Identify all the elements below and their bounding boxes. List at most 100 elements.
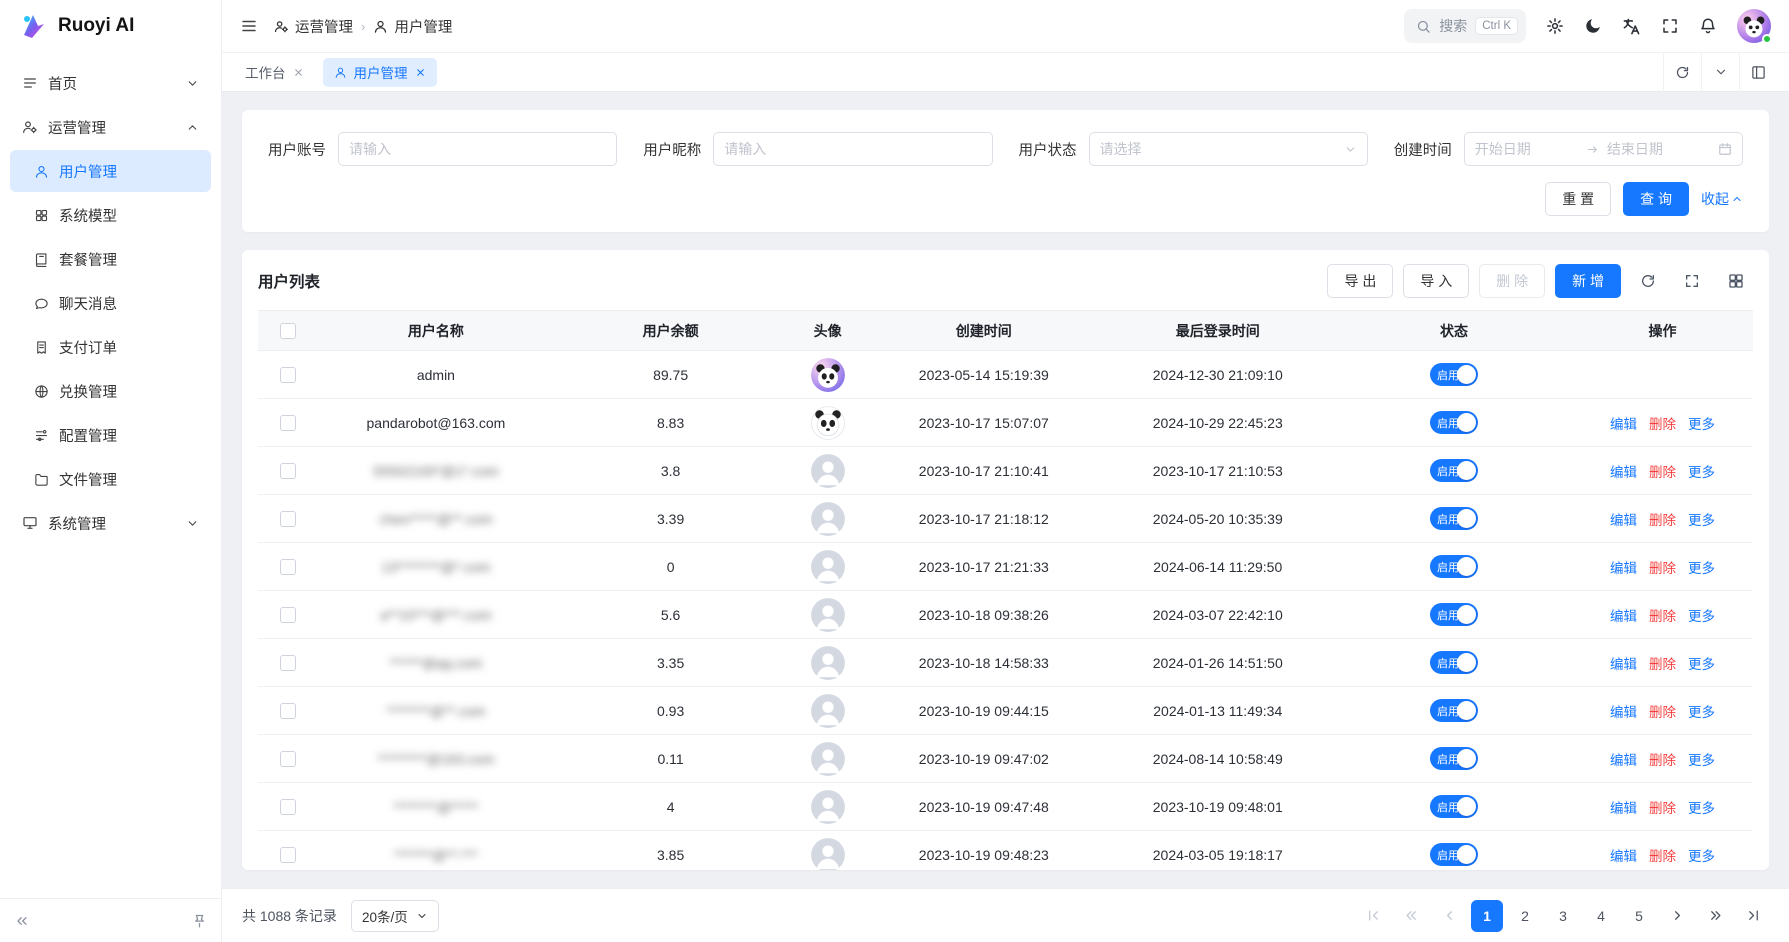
- status-toggle[interactable]: 启用: [1430, 603, 1478, 626]
- row-checkbox[interactable]: [280, 847, 296, 863]
- status-toggle[interactable]: 启用: [1430, 843, 1478, 866]
- edit-link[interactable]: 编辑: [1610, 561, 1637, 576]
- delete-link[interactable]: 删除: [1649, 801, 1676, 816]
- row-checkbox[interactable]: [280, 799, 296, 815]
- add-button[interactable]: 新 增: [1555, 264, 1621, 298]
- more-link[interactable]: 更多: [1688, 465, 1715, 480]
- column-settings-icon[interactable]: [1719, 264, 1753, 298]
- table-scroll-area[interactable]: 用户名称 用户余额 头像 创建时间 最后登录时间 状态 操作 admin89.7…: [258, 310, 1753, 870]
- status-toggle[interactable]: 启用: [1430, 459, 1478, 482]
- page-button-2[interactable]: 2: [1509, 900, 1541, 932]
- delete-button[interactable]: 删 除: [1479, 264, 1545, 298]
- edit-link[interactable]: 编辑: [1610, 705, 1637, 720]
- settings-gear-icon[interactable]: [1546, 17, 1564, 35]
- more-link[interactable]: 更多: [1688, 849, 1715, 864]
- page-button-1[interactable]: 1: [1471, 900, 1503, 932]
- refresh-list-icon[interactable]: [1631, 264, 1665, 298]
- user-avatar[interactable]: [1737, 9, 1771, 43]
- tab-options-chevron-icon[interactable]: [1701, 53, 1739, 92]
- global-search[interactable]: 搜索 Ctrl K: [1404, 9, 1526, 43]
- delete-link[interactable]: 删除: [1649, 513, 1676, 528]
- fullscreen-icon[interactable]: [1661, 17, 1679, 35]
- page-size-select[interactable]: 20条/页: [351, 900, 439, 932]
- status-toggle[interactable]: 启用: [1430, 363, 1478, 386]
- edit-link[interactable]: 编辑: [1610, 657, 1637, 672]
- sidebar-item-套餐管理[interactable]: 套餐管理: [10, 238, 211, 280]
- sidebar-item-聊天消息[interactable]: 聊天消息: [10, 282, 211, 324]
- delete-link[interactable]: 删除: [1649, 849, 1676, 864]
- chevron-left-button[interactable]: [1433, 900, 1465, 932]
- status-toggle[interactable]: 启用: [1430, 411, 1478, 434]
- sidebar-collapse-icon[interactable]: [14, 913, 30, 929]
- export-button[interactable]: 导 出: [1327, 264, 1393, 298]
- page-button-3[interactable]: 3: [1547, 900, 1579, 932]
- page-button-5[interactable]: 5: [1623, 900, 1655, 932]
- edit-link[interactable]: 编辑: [1610, 849, 1637, 864]
- more-link[interactable]: 更多: [1688, 609, 1715, 624]
- sidebar-group-系统管理[interactable]: 系统管理: [10, 502, 211, 544]
- chevron-right-button[interactable]: [1661, 900, 1693, 932]
- page-button-4[interactable]: 4: [1585, 900, 1617, 932]
- delete-link[interactable]: 删除: [1649, 417, 1676, 432]
- user-nickname-input[interactable]: [724, 141, 981, 157]
- date-range-picker[interactable]: 开始日期 结束日期: [1464, 132, 1743, 166]
- sidebar-item-兑换管理[interactable]: 兑换管理: [10, 370, 211, 412]
- row-checkbox[interactable]: [280, 655, 296, 671]
- status-toggle[interactable]: 启用: [1430, 555, 1478, 578]
- first-page-button[interactable]: [1357, 900, 1389, 932]
- user-account-input[interactable]: [349, 141, 606, 157]
- delete-link[interactable]: 删除: [1649, 753, 1676, 768]
- breadcrumb-item-operations[interactable]: 运营管理: [274, 16, 353, 37]
- last-page-button[interactable]: [1737, 900, 1769, 932]
- reset-button[interactable]: 重 置: [1545, 182, 1611, 216]
- delete-link[interactable]: 删除: [1649, 465, 1676, 480]
- status-toggle[interactable]: 启用: [1430, 507, 1478, 530]
- select-all-checkbox[interactable]: [280, 323, 296, 339]
- edit-link[interactable]: 编辑: [1610, 417, 1637, 432]
- row-checkbox[interactable]: [280, 751, 296, 767]
- dark-mode-moon-icon[interactable]: [1584, 17, 1602, 35]
- breadcrumb-item-users[interactable]: 用户管理: [373, 16, 452, 37]
- pin-icon[interactable]: [192, 913, 207, 928]
- edit-link[interactable]: 编辑: [1610, 753, 1637, 768]
- more-link[interactable]: 更多: [1688, 561, 1715, 576]
- status-toggle[interactable]: 启用: [1430, 699, 1478, 722]
- row-checkbox[interactable]: [280, 703, 296, 719]
- sidebar-group-运营管理[interactable]: 运营管理: [10, 106, 211, 148]
- sidebar-item-系统模型[interactable]: 系统模型: [10, 194, 211, 236]
- collapse-filters-link[interactable]: 收起: [1701, 189, 1743, 209]
- more-link[interactable]: 更多: [1688, 513, 1715, 528]
- delete-link[interactable]: 删除: [1649, 705, 1676, 720]
- double-chevron-right-button[interactable]: [1699, 900, 1731, 932]
- import-button[interactable]: 导 入: [1403, 264, 1469, 298]
- row-checkbox[interactable]: [280, 559, 296, 575]
- row-checkbox[interactable]: [280, 367, 296, 383]
- status-toggle[interactable]: 启用: [1430, 795, 1478, 818]
- more-link[interactable]: 更多: [1688, 657, 1715, 672]
- tab-工作台[interactable]: 工作台: [234, 58, 315, 87]
- more-link[interactable]: 更多: [1688, 753, 1715, 768]
- delete-link[interactable]: 删除: [1649, 609, 1676, 624]
- edit-link[interactable]: 编辑: [1610, 513, 1637, 528]
- edit-link[interactable]: 编辑: [1610, 801, 1637, 816]
- notifications-bell-icon[interactable]: [1699, 17, 1717, 35]
- sidebar-group-首页[interactable]: 首页: [10, 62, 211, 104]
- refresh-tab-icon[interactable]: [1663, 53, 1701, 92]
- search-button[interactable]: 查 询: [1623, 182, 1689, 216]
- more-link[interactable]: 更多: [1688, 417, 1715, 432]
- delete-link[interactable]: 删除: [1649, 657, 1676, 672]
- edit-link[interactable]: 编辑: [1610, 609, 1637, 624]
- row-checkbox[interactable]: [280, 607, 296, 623]
- more-link[interactable]: 更多: [1688, 801, 1715, 816]
- delete-link[interactable]: 删除: [1649, 561, 1676, 576]
- tab-用户管理[interactable]: 用户管理: [323, 58, 437, 87]
- content-fullscreen-icon[interactable]: [1739, 53, 1777, 92]
- status-toggle[interactable]: 启用: [1430, 747, 1478, 770]
- status-toggle[interactable]: 启用: [1430, 651, 1478, 674]
- double-chevron-left-button[interactable]: [1395, 900, 1427, 932]
- close-icon[interactable]: [415, 67, 426, 78]
- language-translate-icon[interactable]: [1622, 17, 1641, 36]
- sidebar-item-支付订单[interactable]: 支付订单: [10, 326, 211, 368]
- more-link[interactable]: 更多: [1688, 705, 1715, 720]
- sidebar-item-配置管理[interactable]: 配置管理: [10, 414, 211, 456]
